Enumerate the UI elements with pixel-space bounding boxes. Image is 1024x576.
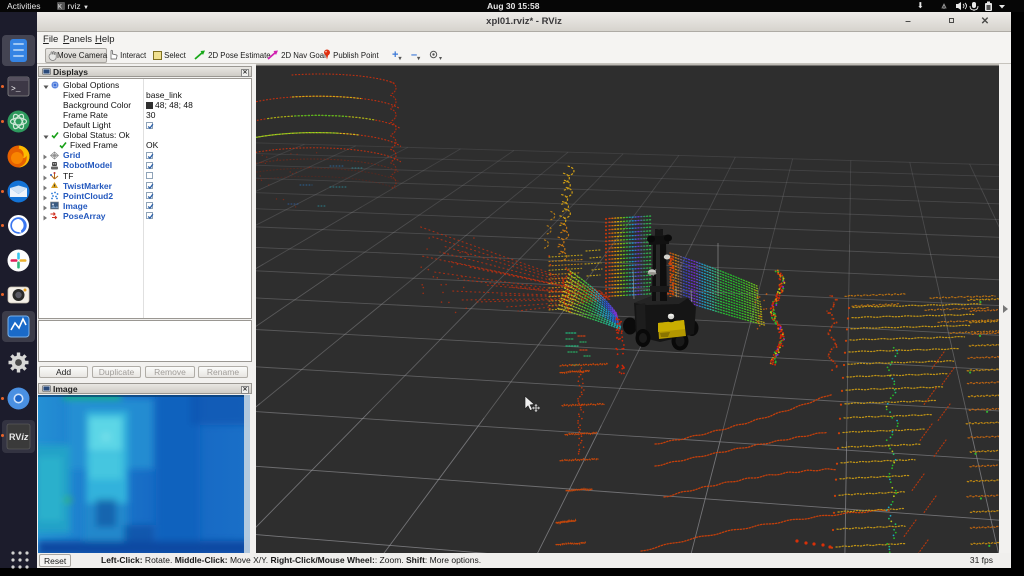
svg-text:K: K <box>58 5 62 11</box>
svg-text:>_: >_ <box>11 85 21 94</box>
svg-text:RViz: RViz <box>9 432 29 442</box>
